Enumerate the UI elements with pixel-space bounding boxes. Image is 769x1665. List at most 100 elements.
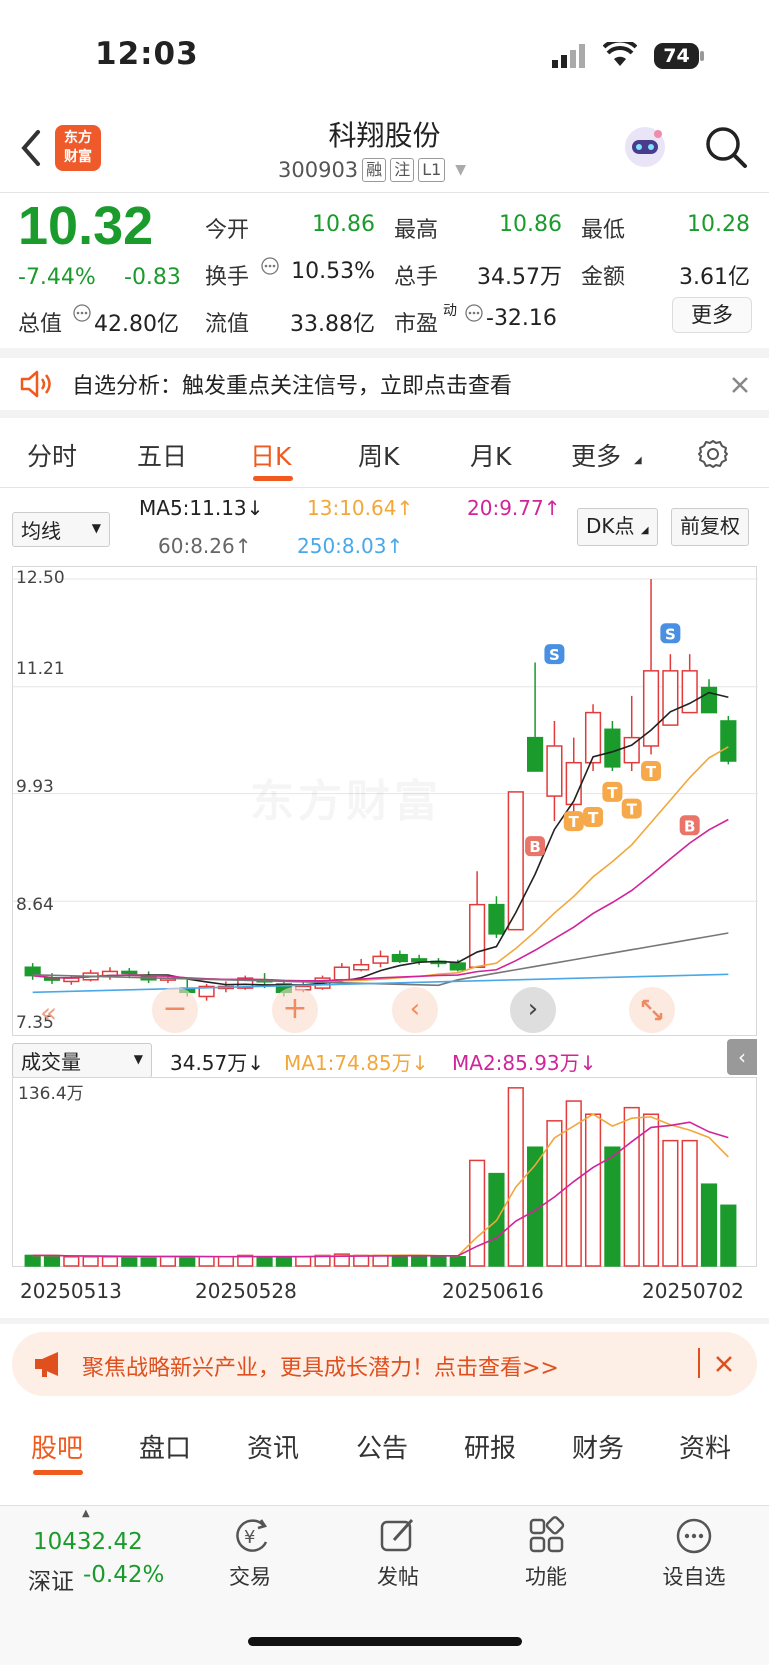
dk-point-button[interactable]: DK点 ◢ [577, 508, 658, 546]
zoom-out-icon[interactable]: − [152, 987, 198, 1033]
mcap-label: 总值 [18, 312, 63, 337]
open-label: 今开 [205, 218, 250, 243]
volume-bar [449, 1256, 466, 1267]
prev-icon[interactable]: ‹ [392, 987, 438, 1033]
tab-monthly-k[interactable]: 月K [470, 437, 511, 473]
tab-more[interactable]: 更多 [571, 437, 621, 473]
ytick-1: 11.21 [16, 659, 65, 679]
ma-select[interactable]: 均线 ▼ [12, 512, 110, 547]
functions-icon[interactable] [527, 1516, 567, 1560]
volume-bar [584, 1113, 602, 1267]
home-indicator[interactable] [248, 1637, 522, 1646]
search-icon[interactable] [704, 125, 748, 173]
svg-text:¥: ¥ [244, 1527, 255, 1548]
signal-marker-label: T [607, 784, 618, 802]
banner-close-icon[interactable] [714, 1354, 734, 1378]
notice-text[interactable]: 自选分析：触发重点关注信号，立即点击查看 [72, 368, 512, 400]
turnover-info-icon[interactable] [260, 256, 280, 280]
volume-bar [623, 1106, 640, 1267]
ytick-0: 12.50 [16, 568, 65, 588]
tab-research[interactable]: 研报 [464, 1428, 516, 1465]
tab-finance[interactable]: 财务 [572, 1428, 624, 1465]
section-divider-2 [0, 410, 769, 418]
high-label: 最高 [394, 218, 439, 243]
ma20-label: 20:9.77↑ [467, 496, 561, 520]
adjust-button[interactable]: 前复权 [671, 508, 749, 546]
settings-gear-icon[interactable] [697, 438, 729, 474]
volume-bar [82, 1256, 99, 1267]
pe-label: 市盈 [394, 312, 439, 337]
add-watchlist-label[interactable]: 设自选 [644, 1561, 744, 1591]
volume-bar [430, 1256, 447, 1267]
tag-level: L1 [418, 158, 446, 182]
scroll-left-icon[interactable]: « [40, 996, 57, 1029]
volume-bar [256, 1256, 273, 1267]
candle-body [353, 963, 370, 971]
tab-weekly-k[interactable]: 周K [358, 437, 399, 473]
tab-announcements[interactable]: 公告 [356, 1428, 408, 1465]
functions-label[interactable]: 功能 [496, 1561, 596, 1591]
tab-guba[interactable]: 股吧 [31, 1428, 83, 1465]
high-value: 10.86 [499, 212, 562, 237]
expand-caret-icon[interactable]: ▲ [82, 1508, 90, 1519]
volume-caret-icon: ▼ [133, 1052, 143, 1066]
open-value: 10.86 [312, 212, 375, 237]
ma250-label: 250:8.03↑ [297, 534, 404, 558]
stock-code-row[interactable]: 300903 融 注 L1 ▼ [278, 158, 466, 182]
candle-body [449, 962, 466, 971]
amount-value: 3.61亿 [679, 265, 750, 290]
candle-body [488, 903, 505, 935]
pe-info-icon[interactable] [464, 303, 484, 327]
fullscreen-icon[interactable] [629, 987, 675, 1033]
dropdown-icon: ▼ [455, 162, 467, 178]
stock-code: 300903 [278, 158, 359, 182]
tab-daily-k[interactable]: 日K [250, 437, 291, 473]
tab-profile[interactable]: 资料 [679, 1428, 731, 1465]
signal-marker-label: T [646, 763, 657, 781]
close-icon[interactable] [730, 375, 750, 399]
wifi-icon [602, 38, 638, 72]
robot-avatar-icon[interactable] [622, 124, 668, 174]
tab-intraday[interactable]: 分时 [27, 437, 77, 473]
post-icon[interactable] [378, 1516, 418, 1560]
signal-marker-label: T [627, 801, 638, 819]
volume-bar [372, 1254, 389, 1267]
add-watchlist-icon[interactable] [674, 1516, 714, 1560]
guba-underline [33, 1470, 83, 1475]
index-value[interactable]: 10432.42 [33, 1529, 143, 1555]
volume-bar [604, 1146, 621, 1267]
candle-body [565, 761, 582, 806]
volume-bar [411, 1254, 428, 1267]
post-label[interactable]: 发帖 [348, 1561, 448, 1591]
next-icon[interactable]: › [510, 987, 556, 1033]
tag-note: 注 [390, 158, 415, 182]
volume-bar [159, 1256, 177, 1267]
float-value: 33.88亿 [290, 312, 375, 337]
candle-body [720, 720, 737, 762]
banner-text[interactable]: 聚焦战略新兴产业，更具成长潜力！点击查看>> [82, 1350, 559, 1382]
date-label-3: 20250702 [642, 1279, 744, 1303]
change-pct: -7.44% [18, 265, 96, 290]
ma60-label: 60:8.26↑ [158, 534, 252, 558]
date-label-1: 20250528 [195, 1279, 297, 1303]
ma5-line [32, 691, 729, 986]
header-divider [0, 192, 769, 193]
volume-chart[interactable] [12, 1077, 757, 1267]
collapse-left-icon[interactable]: ‹ [727, 1039, 757, 1075]
dk-caret-icon: ◢ [640, 525, 649, 536]
zoom-in-icon[interactable]: + [272, 987, 318, 1033]
low-label: 最低 [581, 218, 626, 243]
more-button[interactable]: 更多 [672, 297, 752, 333]
trade-icon[interactable]: ¥ [231, 1516, 273, 1560]
turnover-label: 换手 [205, 265, 250, 290]
volume-bar [63, 1256, 80, 1267]
trade-label[interactable]: 交易 [200, 1561, 300, 1591]
tab-news[interactable]: 资讯 [247, 1428, 299, 1465]
volume-bar [353, 1254, 370, 1267]
section-divider [0, 348, 769, 358]
tab-order-book[interactable]: 盘口 [139, 1428, 191, 1465]
tab-five-day[interactable]: 五日 [137, 437, 187, 473]
volume-select[interactable]: 成交量 ▼ [12, 1043, 152, 1078]
info-icon[interactable] [72, 303, 92, 327]
low-value: 10.28 [687, 212, 750, 237]
